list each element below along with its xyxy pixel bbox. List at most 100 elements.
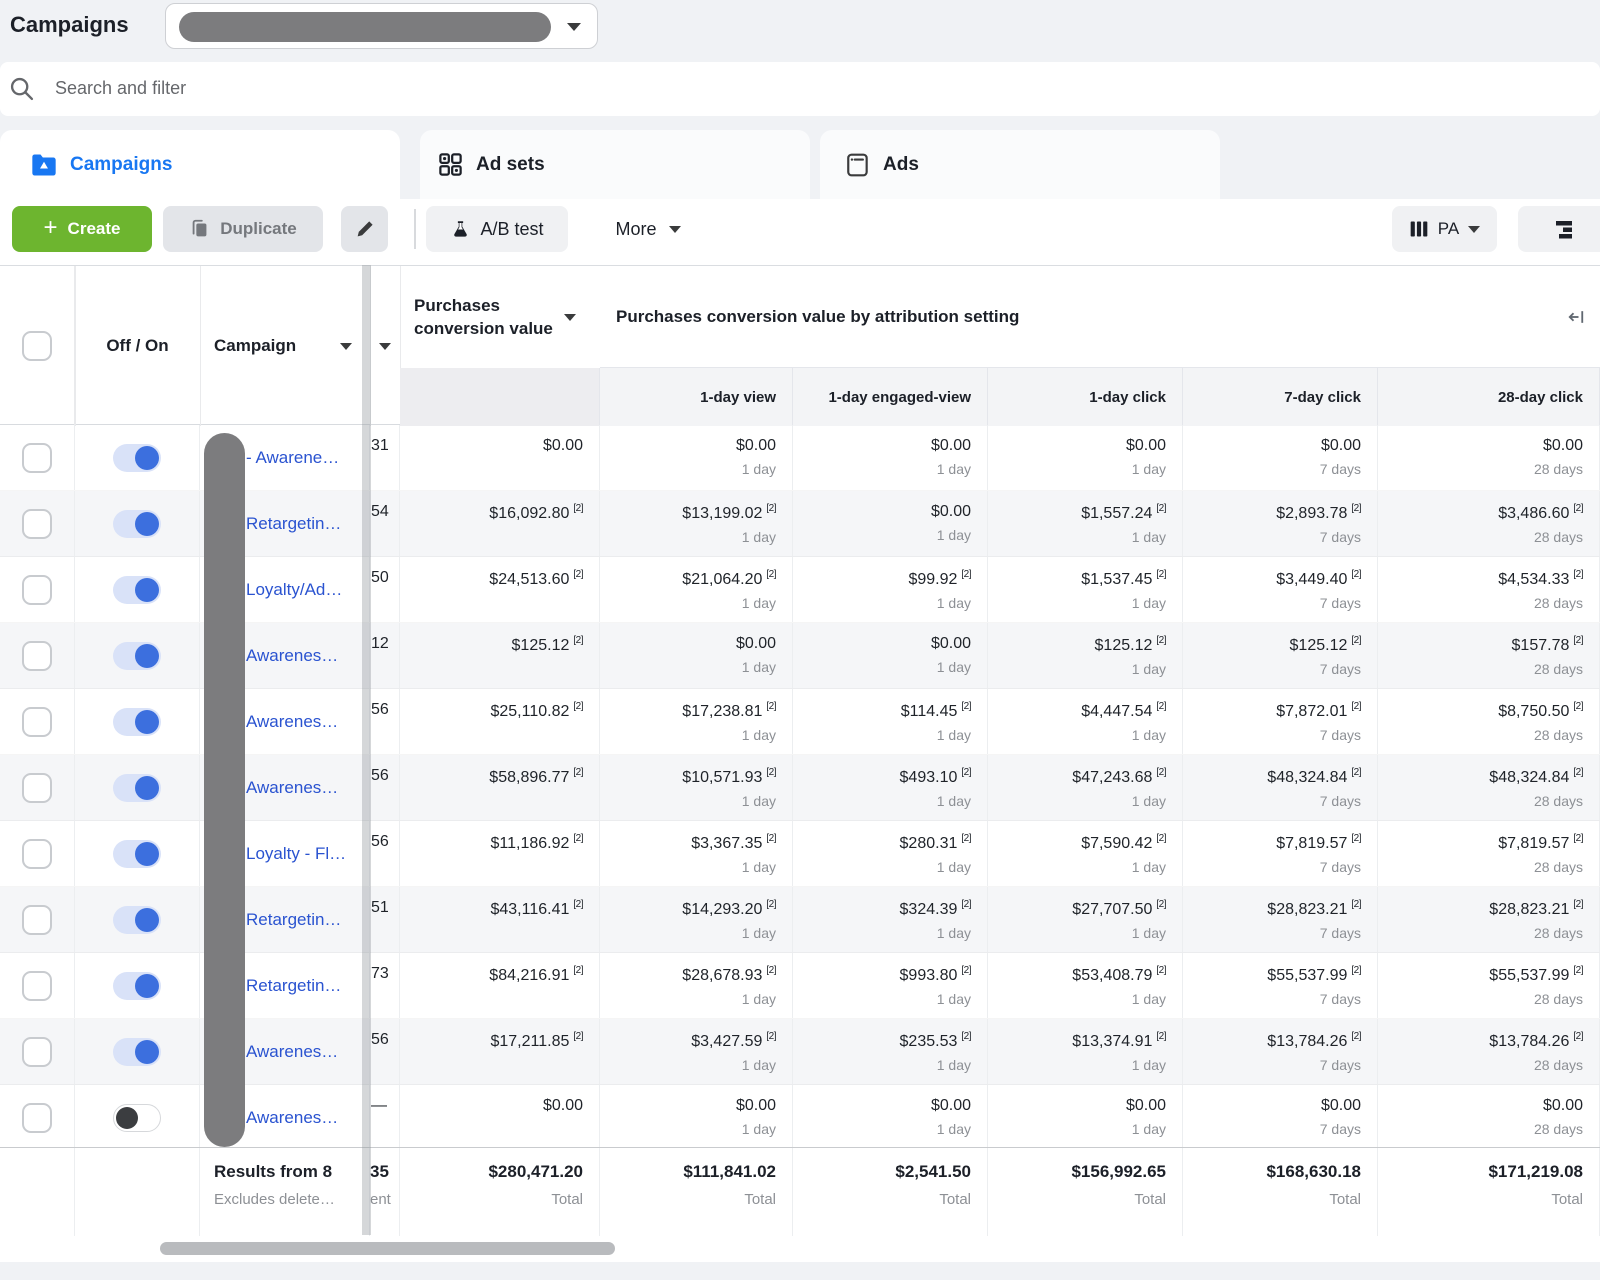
row-checkbox[interactable] — [22, 773, 52, 803]
campaign-name-link[interactable]: Awarenes… — [246, 712, 338, 732]
breakdown-button[interactable] — [1518, 206, 1600, 252]
toggle-knob — [135, 512, 159, 536]
row-checkbox[interactable] — [22, 1103, 52, 1133]
campaign-name-link[interactable]: Retargetin… — [246, 514, 341, 534]
select-all-checkbox[interactable] — [22, 331, 52, 361]
attribution-column-header[interactable]: 28-day click — [1378, 368, 1600, 426]
footnote-marker: [2] — [961, 833, 971, 844]
collapse-columns-icon[interactable] — [1566, 307, 1586, 332]
attribution-column-header[interactable]: 1-day click — [988, 368, 1183, 426]
campaign-toggle-on[interactable] — [113, 708, 161, 736]
pinned-columns-divider[interactable] — [362, 265, 371, 1235]
row-checkbox-cell — [0, 689, 75, 754]
metric-value: $7,819.57[2] — [1183, 833, 1361, 853]
edit-button[interactable] — [341, 206, 388, 252]
row-checkbox[interactable] — [22, 839, 52, 869]
campaign-toggle-on[interactable] — [113, 444, 161, 472]
campaign-toggle-on[interactable] — [113, 906, 161, 934]
duplicate-button[interactable]: Duplicate — [163, 206, 323, 252]
attribution-window-label: 28 days — [1378, 925, 1583, 941]
more-button[interactable]: More — [600, 206, 696, 252]
tab-ad-sets[interactable]: Ad sets — [420, 130, 810, 199]
metric-value: $25,110.82[2] — [400, 701, 583, 721]
footnote-marker: [2] — [1573, 1031, 1583, 1042]
attribution-value-cell: $0.001 day — [600, 623, 793, 688]
horizontal-scrollbar-thumb[interactable] — [160, 1242, 615, 1255]
attribution-column-header[interactable]: 1-day engaged-view — [793, 368, 988, 426]
attribution-value-cell: $0.007 days — [1183, 425, 1378, 490]
row-checkbox[interactable] — [22, 509, 52, 539]
ab-test-button[interactable]: A/B test — [426, 206, 568, 252]
campaign-name-link[interactable]: Retargetin… — [246, 976, 341, 996]
metric-value: $324.39[2] — [793, 899, 971, 919]
attribution-value-cell: $7,590.42[2]1 day — [988, 821, 1183, 886]
campaign-toggle-on[interactable] — [113, 510, 161, 538]
footer-empty-cell — [75, 1148, 200, 1236]
footer-total-label: Total — [1378, 1191, 1583, 1208]
row-checkbox[interactable] — [22, 575, 52, 605]
account-dropdown[interactable] — [165, 3, 598, 49]
tab-ads[interactable]: Ads — [820, 130, 1220, 199]
attribution-value-cell: $125.12[2]7 days — [1183, 623, 1378, 688]
attribution-column-header[interactable]: 7-day click — [1183, 368, 1378, 426]
search-bar[interactable]: Search and filter — [0, 62, 1600, 116]
row-toggle-cell — [75, 623, 200, 688]
row-checkbox[interactable] — [22, 905, 52, 935]
row-checkbox[interactable] — [22, 1037, 52, 1067]
metric-value: $7,590.42[2] — [988, 833, 1166, 853]
clipped-value-cell: 56 — [370, 755, 400, 820]
purchases-conversion-value-label: Purchases conversion value — [414, 294, 564, 340]
toggle-knob — [116, 1107, 138, 1129]
row-checkbox[interactable] — [22, 707, 52, 737]
campaign-toggle-off[interactable] — [113, 1104, 161, 1132]
attribution-window-label: 1 day — [793, 859, 971, 875]
attribution-value-cell: $0.001 day — [988, 1085, 1183, 1147]
columns-button[interactable]: PA — [1392, 206, 1497, 252]
attribution-window-label: 1 day — [793, 727, 971, 743]
attribution-window-label: 7 days — [1183, 925, 1361, 941]
campaign-toggle-on[interactable] — [113, 774, 161, 802]
table-footer-row: Results from 8 Excludes delete… 35 ent $… — [0, 1147, 1600, 1235]
row-checkbox[interactable] — [22, 641, 52, 671]
tab-campaigns[interactable]: Campaigns — [0, 130, 400, 199]
attribution-value-cell: $4,447.54[2]1 day — [988, 689, 1183, 754]
attribution-window-label: 7 days — [1183, 1121, 1361, 1137]
campaign-column-label: Campaign — [214, 336, 296, 356]
row-checkbox[interactable] — [22, 443, 52, 473]
footnote-marker: [2] — [573, 1031, 583, 1042]
attribution-window-label: 1 day — [988, 529, 1166, 545]
footnote-marker: [2] — [1156, 1031, 1166, 1042]
metric-value: $1,537.45[2] — [988, 569, 1166, 589]
footer-results-cell: Results from 8 Excludes delete… — [200, 1148, 370, 1236]
attribution-value-cell: $1,537.45[2]1 day — [988, 557, 1183, 622]
metric-value: $0.00 — [988, 1097, 1166, 1115]
campaign-name-link[interactable]: Loyalty - Fl… — [246, 844, 346, 864]
campaign-name-link[interactable]: Awarenes… — [246, 778, 338, 798]
campaign-toggle-on[interactable] — [113, 840, 161, 868]
metric-value: $8,750.50[2] — [1378, 701, 1583, 721]
footer-total-cell: $111,841.02Total — [600, 1148, 793, 1236]
campaign-name-link[interactable]: Awarenes… — [246, 1042, 338, 1062]
campaign-name-link[interactable]: Loyalty/Ad… — [246, 580, 342, 600]
metric-value: $0.00 — [400, 1097, 583, 1115]
campaign-toggle-on[interactable] — [113, 972, 161, 1000]
attribution-column-header[interactable]: 1-day view — [600, 368, 793, 426]
campaign-name-link[interactable]: Awarenes… — [246, 646, 338, 666]
campaign-toggle-on[interactable] — [113, 642, 161, 670]
row-checkbox[interactable] — [22, 971, 52, 1001]
attribution-window-label: 7 days — [1183, 1057, 1361, 1073]
campaign-name-link[interactable]: Retargetin… — [246, 910, 341, 930]
create-button[interactable]: + Create — [12, 206, 152, 252]
columns-button-label: PA — [1438, 219, 1459, 239]
plus-icon: + — [44, 214, 58, 242]
campaign-toggle-on[interactable] — [113, 1038, 161, 1066]
footnote-marker: [2] — [961, 1031, 971, 1042]
footer-clipped-cell: 35 ent — [370, 1148, 400, 1236]
toggle-knob — [135, 710, 159, 734]
attribution-value-cell: $7,872.01[2]7 days — [1183, 689, 1378, 754]
campaign-name-link[interactable]: Awarenes… — [246, 1108, 338, 1128]
attribution-value-cell: $0.001 day — [600, 1085, 793, 1147]
purchases-conversion-value-header[interactable]: Purchases conversion value — [400, 266, 600, 368]
campaign-toggle-on[interactable] — [113, 576, 161, 604]
campaign-name-link[interactable]: - Awarene… — [246, 448, 339, 468]
